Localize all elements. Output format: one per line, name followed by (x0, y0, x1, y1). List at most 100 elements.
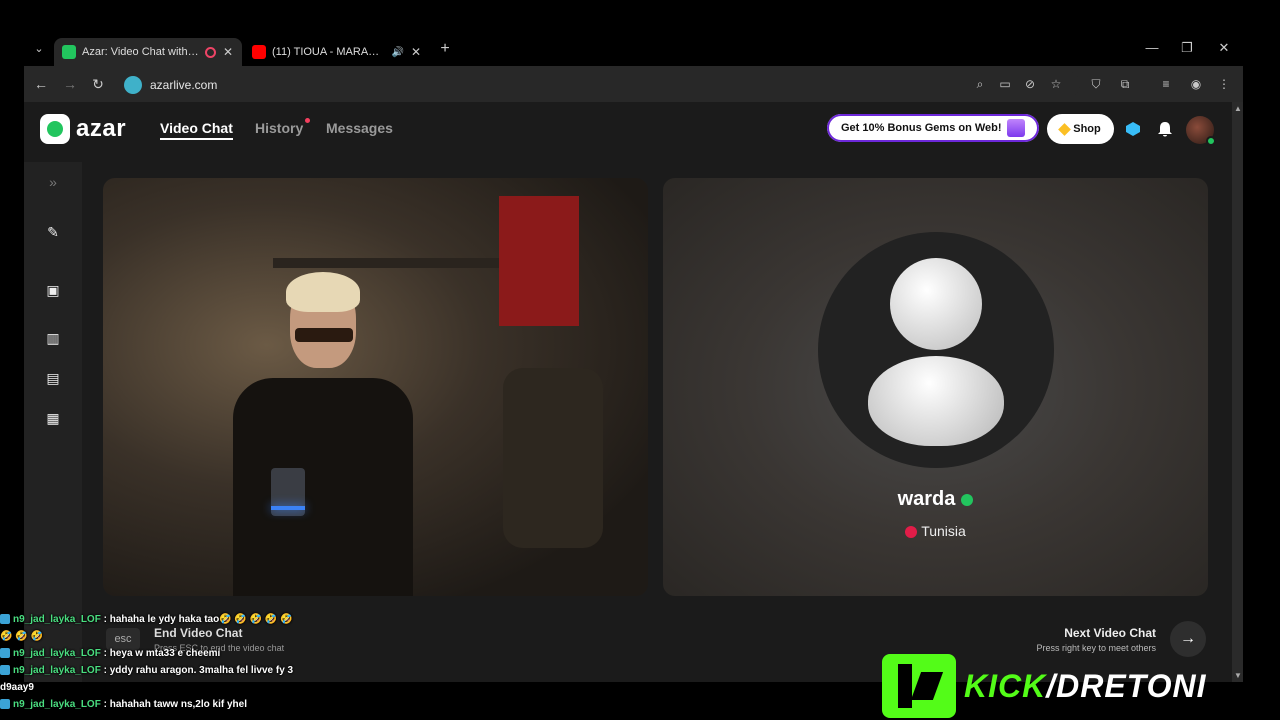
eye-off-icon[interactable]: ⊘ (1022, 76, 1038, 92)
partner-country: Tunisia (921, 523, 966, 539)
audio-playing-icon[interactable]: 🔊 (392, 47, 404, 58)
brand-name: azar (76, 115, 127, 142)
tab-search-chevron-icon[interactable]: ⌄ (30, 40, 48, 58)
next-video-chat-button[interactable]: → (1170, 621, 1206, 657)
tab-title: Azar: Video Chat with New F (82, 46, 199, 58)
chat-username: n9_jad_layka_LOF (13, 665, 101, 676)
app-header: azar Video Chat History Messages Get 10%… (24, 102, 1232, 156)
tab-youtube[interactable]: (11) TIOUA - MARADONA 1 🔊 ✕ (244, 38, 430, 66)
partner-country-row: Tunisia (663, 523, 1208, 539)
partner-name-row: warda (663, 488, 1208, 511)
azar-logo-icon (40, 114, 70, 144)
new-tab-button[interactable]: + (436, 40, 454, 58)
reload-icon[interactable]: ↻ (89, 75, 107, 93)
layout-side-by-side-icon[interactable]: ▥ (45, 330, 61, 346)
placeholder-head (890, 258, 982, 350)
url-text[interactable]: azarlive.com (150, 78, 217, 92)
placeholder-body (868, 356, 1004, 446)
tab-azar[interactable]: Azar: Video Chat with New F ✕ (54, 38, 242, 66)
mic-light (271, 506, 305, 510)
kick-channel-overlay: KICK/DRETONI (882, 654, 1207, 718)
gift-icon (1007, 119, 1025, 137)
close-tab-icon[interactable]: ✕ (222, 45, 234, 59)
avatar[interactable] (1186, 116, 1216, 146)
browser-tabstrip: ⌄ Azar: Video Chat with New F ✕ (11) TIO… (0, 0, 1280, 66)
gem-icon (1058, 122, 1072, 136)
azar-logo[interactable]: azar (40, 114, 126, 144)
person-body (233, 378, 413, 596)
address-bar[interactable]: azarlive.com (120, 71, 1080, 98)
tab-messages[interactable]: Messages (326, 120, 393, 136)
kick-logo-icon (882, 654, 956, 718)
star-icon[interactable]: ☆ (1048, 76, 1064, 92)
chat-badge-icon (0, 699, 10, 710)
maximize-icon[interactable]: ❐ (1177, 40, 1197, 56)
scroll-down-icon[interactable]: ▼ (1234, 671, 1242, 680)
shop-button[interactable]: Shop (1047, 114, 1114, 144)
bell-icon[interactable] (1156, 120, 1174, 138)
chat-badge-icon (0, 614, 10, 625)
close-tab-icon[interactable]: ✕ (410, 45, 422, 59)
history-notification-dot (305, 118, 310, 123)
chair (503, 368, 603, 548)
sidebar: » ✎ ▣ ▥ ▤ ▦ (24, 162, 82, 682)
wall-flag (499, 196, 579, 326)
tunisia-flag-icon (905, 526, 918, 539)
tab-history[interactable]: History (255, 120, 303, 136)
partner-video: warda Tunisia (663, 178, 1208, 596)
site-info-icon[interactable] (124, 75, 142, 94)
chat-message: n9_jad_layka_LOF : hahaha le ydy haka ta… (0, 611, 300, 645)
promo-text: Get 10% Bonus Gems on Web! (841, 122, 1002, 134)
stream-chat-overlay: n9_jad_layka_LOF : hahaha le ydy haka ta… (0, 611, 300, 713)
chat-badge-icon (0, 665, 10, 676)
queue-icon[interactable]: ≡ (1158, 76, 1174, 92)
chat-username: n9_jad_layka_LOF (13, 648, 101, 659)
azar-page: azar Video Chat History Messages Get 10%… (24, 102, 1232, 682)
zoom-icon[interactable]: ⌕ (972, 76, 988, 92)
layout-grid-icon[interactable]: ▦ (45, 410, 61, 426)
kick-channel-name: KICK/DRETONI (964, 668, 1207, 705)
next-video-chat-label[interactable]: Next Video Chat (1064, 626, 1156, 640)
back-icon[interactable]: ← (32, 75, 50, 93)
online-badge (1206, 136, 1216, 146)
browser-toolbar: ← → ↻ azarlive.com ⌕ ▭ ⊘ ☆ ⛉ ⧉ ≡ ◉ ⋮ (24, 66, 1243, 102)
chat-message: n9_jad_layka_LOF : heya w mta33 e cheemi (0, 645, 300, 662)
shield-icon[interactable]: ⛉ (1088, 76, 1104, 92)
forward-icon[interactable]: → (61, 75, 79, 93)
chat-username: n9_jad_layka_LOF (13, 699, 101, 710)
chat-text: : heya w mta33 e cheemi (103, 648, 221, 659)
magic-wand-icon[interactable]: ✎ (45, 224, 61, 240)
bonus-gems-banner[interactable]: Get 10% Bonus Gems on Web! (827, 114, 1039, 142)
expand-sidebar-icon[interactable]: » (45, 174, 61, 190)
chat-message: n9_jad_layka_LOF : yddy rahu aragon. 3ma… (0, 662, 300, 696)
verified-icon (961, 493, 974, 506)
tab-video-chat[interactable]: Video Chat (160, 120, 233, 140)
chat-message: n9_jad_layka_LOF : hahahah taww ns,2lo k… (0, 696, 300, 713)
next-video-chat-hint: Press right key to meet others (1036, 643, 1156, 653)
person-hair (286, 272, 360, 312)
shop-label: Shop (1073, 123, 1101, 135)
extensions-icon[interactable]: ⧉ (1117, 76, 1133, 92)
shelf (273, 258, 513, 268)
tab-title: (11) TIOUA - MARADONA 1 (272, 46, 386, 58)
more-icon[interactable]: ⋮ (1216, 76, 1232, 92)
recording-icon (205, 46, 216, 58)
sunglasses (295, 328, 353, 342)
page-scrollbar[interactable]: ▲ ▼ (1232, 102, 1243, 682)
partner-name: warda (897, 488, 956, 510)
layout-stacked-icon[interactable]: ▤ (45, 370, 61, 386)
chat-username: n9_jad_layka_LOF (13, 614, 101, 625)
minimize-icon[interactable]: — (1142, 40, 1162, 55)
kick-word: KICK (964, 667, 1047, 704)
scroll-up-icon[interactable]: ▲ (1234, 104, 1242, 113)
self-video (103, 178, 648, 596)
effects-icon[interactable]: ▣ (45, 282, 61, 298)
channel-handle: /DRETONI (1046, 667, 1207, 704)
profile-icon[interactable]: ◉ (1188, 76, 1204, 92)
chat-text: : hahahah taww ns,2lo kif yhel (103, 699, 247, 710)
youtube-favicon-icon (252, 45, 266, 59)
chat-badge-icon (0, 648, 10, 659)
close-window-icon[interactable]: ✕ (1214, 40, 1234, 56)
cast-icon[interactable]: ▭ (997, 76, 1013, 92)
gems-icon[interactable] (1124, 120, 1142, 138)
